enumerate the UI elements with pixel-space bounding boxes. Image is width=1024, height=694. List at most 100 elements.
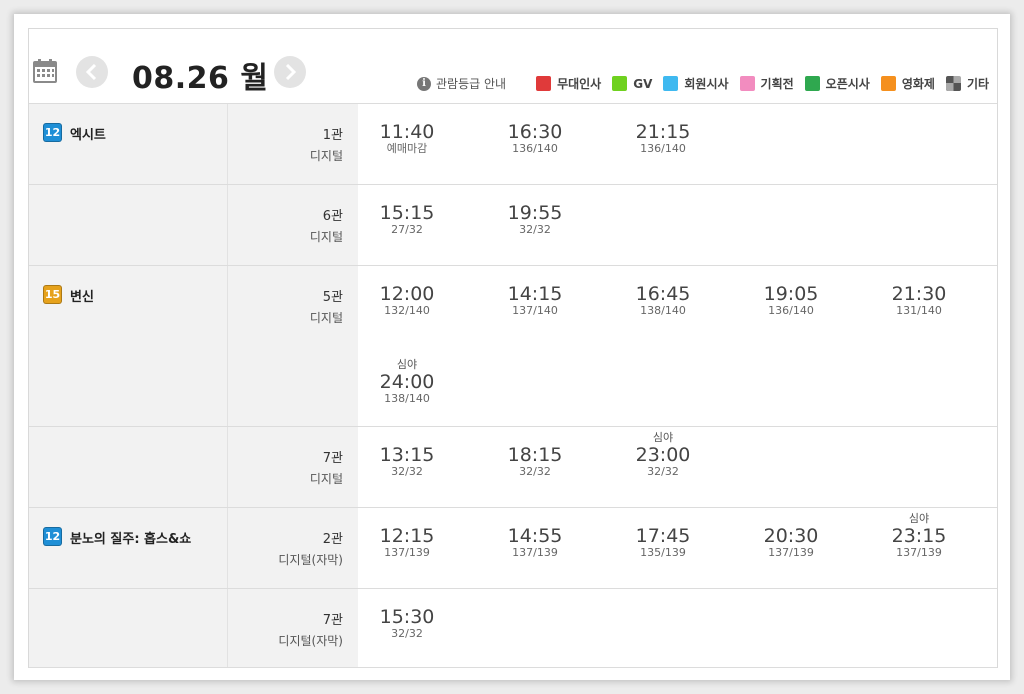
frame: 08.26 월 i 관람등급 안내 무대인사 GV 회원시사 기획전 오픈시사 영화제 기타… <box>14 14 1010 680</box>
movie-cell: 12 엑시트 <box>29 104 228 184</box>
seat-availability: 32/32 <box>391 627 423 640</box>
legend-item: GV <box>612 76 652 91</box>
rating-guide-link[interactable]: i 관람등급 안내 <box>417 75 506 92</box>
age-rating-badge: 12 <box>43 527 62 546</box>
showtime-slot[interactable]: 14:15 137/140 <box>490 270 580 317</box>
legend-label: 오픈시사 <box>825 77 870 91</box>
hall-name: 7관 <box>322 613 343 628</box>
showtime-slot[interactable]: 16:30 136/140 <box>490 108 580 155</box>
seat-availability: 32/32 <box>519 465 551 478</box>
current-date: 08.26 월 <box>132 61 269 96</box>
movie-title[interactable]: 변신 <box>70 286 94 305</box>
showtimes-cell: 11:40 예매마감 16:30 136/140 21:15 136/140 <box>358 104 997 184</box>
showtime-slot[interactable]: 18:15 32/32 <box>490 431 580 478</box>
seat-availability: 32/32 <box>519 223 551 236</box>
showtime-time: 12:15 <box>379 525 435 547</box>
seat-availability: 138/140 <box>640 304 686 317</box>
late-night-label <box>618 108 708 122</box>
seat-availability: 32/32 <box>391 465 423 478</box>
legend-swatch <box>804 76 820 91</box>
legend-label: GV <box>633 76 653 91</box>
legend: i 관람등급 안내 무대인사 GV 회원시사 기획전 오픈시사 영화제 기타 <box>417 75 989 92</box>
showtime-slot[interactable]: 심야 24:00 138/140 <box>362 358 452 405</box>
screen-type: 디지털(자막) <box>278 634 343 648</box>
showtime-time: 21:30 <box>891 283 947 305</box>
showtime-slot[interactable]: 11:40 예매마감 <box>362 108 452 155</box>
showtime-time: 12:00 <box>379 283 435 305</box>
screen-type: 디지털(자막) <box>278 553 343 567</box>
seat-availability: 136/140 <box>768 304 814 317</box>
showtime-time: 19:55 <box>507 202 563 224</box>
showtime-slot[interactable]: 심야 23:00 32/32 <box>618 431 708 478</box>
schedule-row: 7관디지털(자막) 15:30 32/32 <box>29 589 997 668</box>
showtime-slot[interactable]: 17:45 135/139 <box>618 512 708 559</box>
showtime-slot[interactable]: 21:15 136/140 <box>618 108 708 155</box>
late-night-label <box>746 270 836 284</box>
hall-name: 2관 <box>322 532 343 547</box>
movie-cell <box>29 185 228 265</box>
screen-type: 디지털 <box>309 311 343 325</box>
movie-cell <box>29 427 228 507</box>
legend-swatch <box>663 76 679 91</box>
showtime-slot[interactable]: 16:45 138/140 <box>618 270 708 317</box>
schedule-row: 7관 디지털 13:15 32/32 18:15 32/32 심야 23:00 32/32 <box>29 427 997 508</box>
age-rating-badge: 12 <box>43 123 62 142</box>
late-night-label <box>490 270 580 284</box>
showtime-time: 23:00 <box>635 444 691 466</box>
legend-swatch <box>612 76 628 91</box>
showtime-slot[interactable]: 21:30 131/140 <box>874 270 964 317</box>
calendar-icon[interactable] <box>33 59 57 83</box>
hall-cell: 5관 디지털 <box>228 266 358 426</box>
hall-name: 1관 <box>322 128 343 143</box>
screen-type: 디지털 <box>309 149 343 163</box>
showtime-time: 16:30 <box>507 121 563 143</box>
seat-availability: 32/32 <box>647 465 679 478</box>
late-night-label <box>362 108 452 122</box>
seat-availability: 137/139 <box>768 546 814 559</box>
prev-date-button[interactable] <box>76 56 108 88</box>
hall-cell: 2관디지털(자막) <box>228 508 358 588</box>
showtime-time: 19:05 <box>763 283 819 305</box>
showtime-slot[interactable]: 13:15 32/32 <box>362 431 452 478</box>
screen-type: 디지털 <box>309 472 343 486</box>
hall-cell: 1관디지털 <box>228 104 358 184</box>
showtime-slot[interactable]: 12:15 137/139 <box>362 512 452 559</box>
legend-swatch <box>880 76 896 91</box>
legend-items: 무대인사 GV 회원시사 기획전 오픈시사 영화제 기타 <box>536 75 989 92</box>
movie-title[interactable]: 분노의 질주: 홉스&쇼 <box>70 528 191 547</box>
late-night-label <box>362 512 452 526</box>
next-date-button[interactable] <box>274 56 306 88</box>
showtime-slot[interactable]: 19:55 32/32 <box>490 189 580 236</box>
showtime-slot[interactable]: 15:30 32/32 <box>362 593 452 640</box>
seat-availability: 137/140 <box>512 304 558 317</box>
showtime-slot[interactable]: 12:00 132/140 <box>362 270 452 317</box>
showtime-slot[interactable]: 19:05 136/140 <box>746 270 836 317</box>
movie-title[interactable]: 엑시트 <box>70 124 106 143</box>
legend-item: 기타 <box>945 75 989 92</box>
legend-item: 회원시사 <box>663 75 729 92</box>
schedule-row: 12 엑시트 1관 디지털 11:40 예매마감 16:30 136/140 21:15 136/… <box>29 104 997 185</box>
legend-item: 오픈시사 <box>804 75 870 92</box>
showtime-time: 17:45 <box>635 525 691 547</box>
showtime-slot[interactable]: 14:55 137/139 <box>490 512 580 559</box>
late-night-label <box>618 512 708 526</box>
screen-type: 디지털 <box>309 230 343 244</box>
showtime-time: 13:15 <box>379 444 435 466</box>
seat-availability: 131/140 <box>896 304 942 317</box>
showtime-time: 20:30 <box>763 525 819 547</box>
schedule-header: 08.26 월 i 관람등급 안내 무대인사 GV 회원시사 기획전 오픈시사 영화제 기타 <box>29 29 997 104</box>
showtime-time: 18:15 <box>507 444 563 466</box>
showtime-slot[interactable]: 심야 23:15 137/139 <box>874 512 964 559</box>
legend-swatch <box>739 76 755 91</box>
showtime-time: 16:45 <box>635 283 691 305</box>
late-night-label <box>874 270 964 284</box>
legend-swatch <box>536 76 552 91</box>
hall-name: 6관 <box>322 209 343 224</box>
rating-guide-label: 관람등급 안내 <box>436 77 507 91</box>
showtime-time: 23:15 <box>891 525 947 547</box>
late-night-label: 심야 <box>652 431 674 444</box>
movie-cell <box>29 589 228 667</box>
late-night-label <box>362 189 452 203</box>
showtime-slot[interactable]: 15:15 27/32 <box>362 189 452 236</box>
showtime-slot[interactable]: 20:30 137/139 <box>746 512 836 559</box>
